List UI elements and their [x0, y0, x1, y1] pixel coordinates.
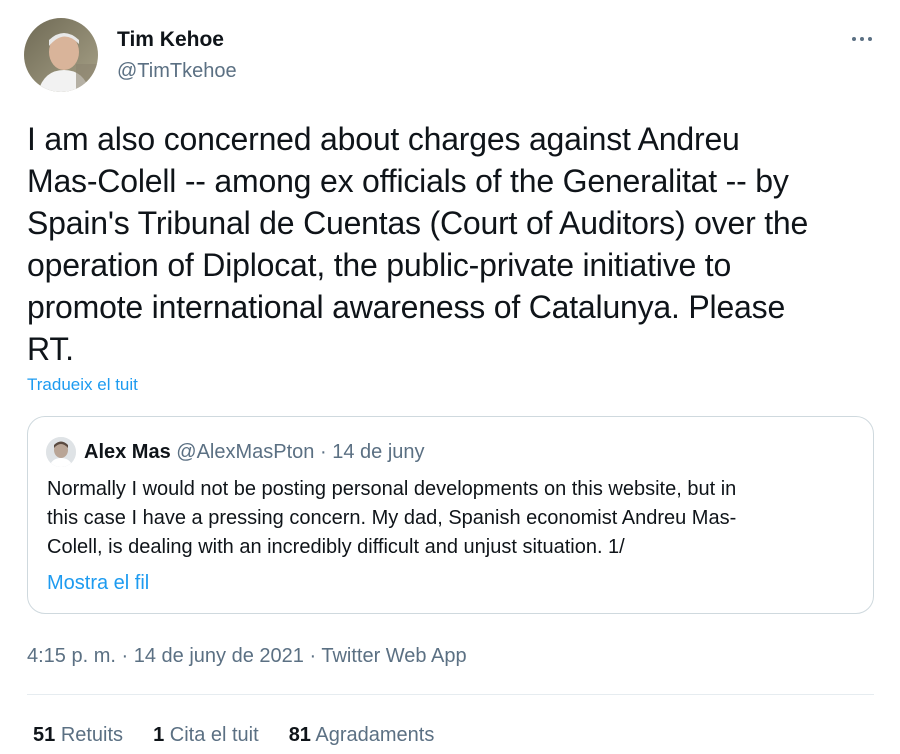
- quoted-tweet-text: Normally I would not be posting personal…: [47, 478, 737, 558]
- quoted-header-separator: ·: [319, 441, 327, 463]
- likes-label: Agradaments: [315, 724, 435, 746]
- retweets-stat[interactable]: 51 Retuits: [33, 722, 123, 748]
- tweet-text: I am also concerned about charges agains…: [27, 121, 809, 367]
- quoted-author-avatar: [46, 437, 76, 467]
- author-name[interactable]: Tim Kehoe: [117, 27, 224, 53]
- tweet: Tim Kehoe @TimTkehoe I am also concerned…: [0, 0, 900, 754]
- translate-tweet-link[interactable]: Tradueix el tuit: [27, 374, 138, 396]
- divider: [27, 694, 874, 695]
- likes-stat[interactable]: 81 Agradaments: [289, 722, 435, 748]
- quoted-tweet-header: Alex Mas @AlexMasPton · 14 de juny: [84, 439, 425, 465]
- author-handle[interactable]: @TimTkehoe: [117, 58, 237, 84]
- more-horizontal-icon-dot: [860, 37, 864, 41]
- quotes-count: 1: [153, 724, 165, 746]
- show-thread-link[interactable]: Mostra el fil: [47, 570, 149, 596]
- more-options-button[interactable]: [842, 24, 882, 54]
- quotes-label: Cita el tuit: [169, 724, 259, 746]
- retweets-label: Retuits: [60, 724, 124, 746]
- tweet-source[interactable]: Twitter Web App: [321, 645, 466, 667]
- quoted-tweet-date: 14 de juny: [332, 441, 425, 463]
- retweets-count: 51: [33, 724, 56, 746]
- tweet-time[interactable]: 4:15 p. m.: [27, 645, 116, 667]
- quoted-author-handle: @AlexMasPton: [176, 441, 315, 463]
- quoted-tweet-card[interactable]: Alex Mas @AlexMasPton · 14 de juny Norma…: [27, 416, 874, 614]
- quotes-stat[interactable]: 1 Cita el tuit: [153, 722, 259, 748]
- quoted-author-name: Alex Mas: [84, 441, 171, 463]
- meta-separator: ·: [121, 645, 129, 667]
- author-avatar[interactable]: [24, 18, 98, 92]
- likes-count: 81: [288, 724, 311, 746]
- more-horizontal-icon-dot: [868, 37, 872, 41]
- meta-separator: ·: [309, 645, 317, 667]
- tweet-date[interactable]: 14 de juny de 2021: [134, 645, 304, 667]
- tweet-stats: 51 Retuits 1 Cita el tuit 81 Agradaments: [33, 722, 434, 748]
- more-horizontal-icon: [852, 37, 856, 41]
- tweet-metadata: 4:15 p. m. · 14 de juny de 2021 · Twitte…: [27, 643, 467, 669]
